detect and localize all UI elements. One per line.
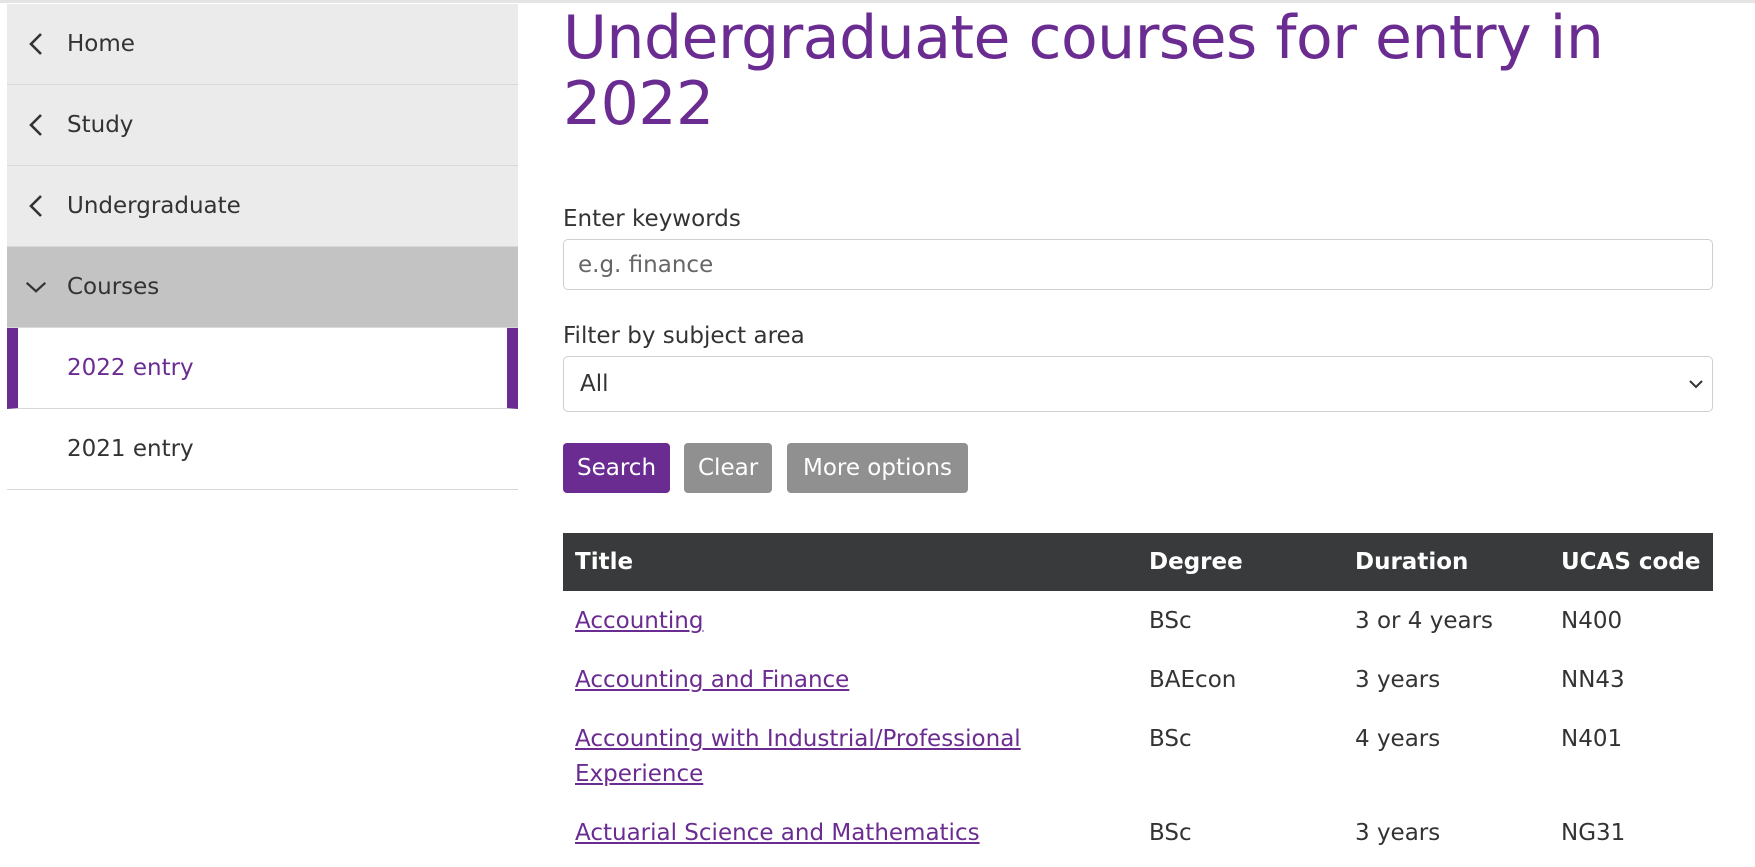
table-row: Accounting BSc 3 or 4 years N400 [563, 591, 1713, 650]
sidebar-item-undergraduate[interactable]: Undergraduate [7, 166, 518, 247]
chevron-left-icon [25, 195, 47, 217]
sidebar-item-label: Study [67, 112, 134, 138]
keywords-label: Enter keywords [563, 206, 741, 232]
course-duration: 3 or 4 years [1355, 608, 1494, 634]
course-duration: 4 years [1355, 726, 1441, 752]
chevron-down-icon [25, 276, 47, 298]
sidebar-item-2022-entry[interactable]: 2022 entry [7, 328, 518, 409]
sidebar-item-2021-entry[interactable]: 2021 entry [7, 409, 518, 490]
subject-filter-value: All [580, 371, 609, 397]
search-button[interactable]: Search [563, 443, 670, 493]
column-header-degree[interactable]: Degree [1137, 533, 1343, 591]
course-ucas-code: NN43 [1561, 667, 1625, 693]
table-row: Accounting with Industrial/Professional … [563, 709, 1713, 803]
course-title-cell: Accounting with Industrial/Professional … [563, 709, 1137, 803]
chevron-down-icon [1686, 374, 1706, 394]
column-header-ucas-code[interactable]: UCAS code [1549, 533, 1713, 591]
page-title: Undergraduate courses for entry in 2022 [563, 3, 1604, 139]
course-degree: BSc [1149, 608, 1192, 634]
course-degree: BSc [1149, 820, 1192, 846]
chevron-left-icon [25, 114, 47, 136]
chevron-left-icon [25, 33, 47, 55]
course-ucas-code: N401 [1561, 726, 1623, 752]
course-ucas-code: NG31 [1561, 820, 1626, 846]
sidebar-nav: Home Study Undergraduate Courses 2022 en… [7, 4, 518, 490]
keywords-input[interactable] [563, 239, 1713, 290]
course-ucas-code: N400 [1561, 608, 1623, 634]
table-row: Accounting and Finance BAEcon 3 years NN… [563, 650, 1713, 709]
clear-button[interactable]: Clear [684, 443, 772, 493]
subject-filter-label: Filter by subject area [563, 323, 805, 349]
subject-filter-select[interactable]: All [563, 356, 1713, 412]
column-header-title[interactable]: Title [563, 533, 1137, 591]
sidebar-item-study[interactable]: Study [7, 85, 518, 166]
course-degree: BAEcon [1149, 667, 1237, 693]
table-row: Actuarial Science and Mathematics BSc 3 … [563, 803, 1713, 862]
sidebar-item-label: Home [67, 31, 135, 57]
column-header-duration[interactable]: Duration [1343, 533, 1549, 591]
course-link[interactable]: Accounting [575, 608, 703, 634]
course-link[interactable]: Accounting with Industrial/Professional … [575, 726, 1021, 787]
course-title-cell: Actuarial Science and Mathematics [563, 803, 1137, 862]
course-title-cell: Accounting and Finance [563, 650, 1137, 709]
table-header-row: Title Degree Duration UCAS code [563, 533, 1713, 591]
sidebar-item-courses[interactable]: Courses [7, 247, 518, 328]
course-duration: 3 years [1355, 820, 1441, 846]
sidebar-item-label: Undergraduate [67, 193, 241, 219]
courses-table: Title Degree Duration UCAS code Accounti… [563, 533, 1713, 862]
sidebar-item-label: 2021 entry [67, 436, 194, 462]
sidebar-item-label: Courses [67, 274, 160, 300]
sidebar-item-home[interactable]: Home [7, 4, 518, 85]
course-duration: 3 years [1355, 667, 1441, 693]
course-title-cell: Accounting [563, 591, 1137, 650]
course-link[interactable]: Accounting and Finance [575, 667, 849, 693]
more-options-button[interactable]: More options [787, 443, 968, 493]
course-link[interactable]: Actuarial Science and Mathematics [575, 820, 980, 846]
sidebar-item-label: 2022 entry [67, 355, 194, 381]
course-degree: BSc [1149, 726, 1192, 752]
